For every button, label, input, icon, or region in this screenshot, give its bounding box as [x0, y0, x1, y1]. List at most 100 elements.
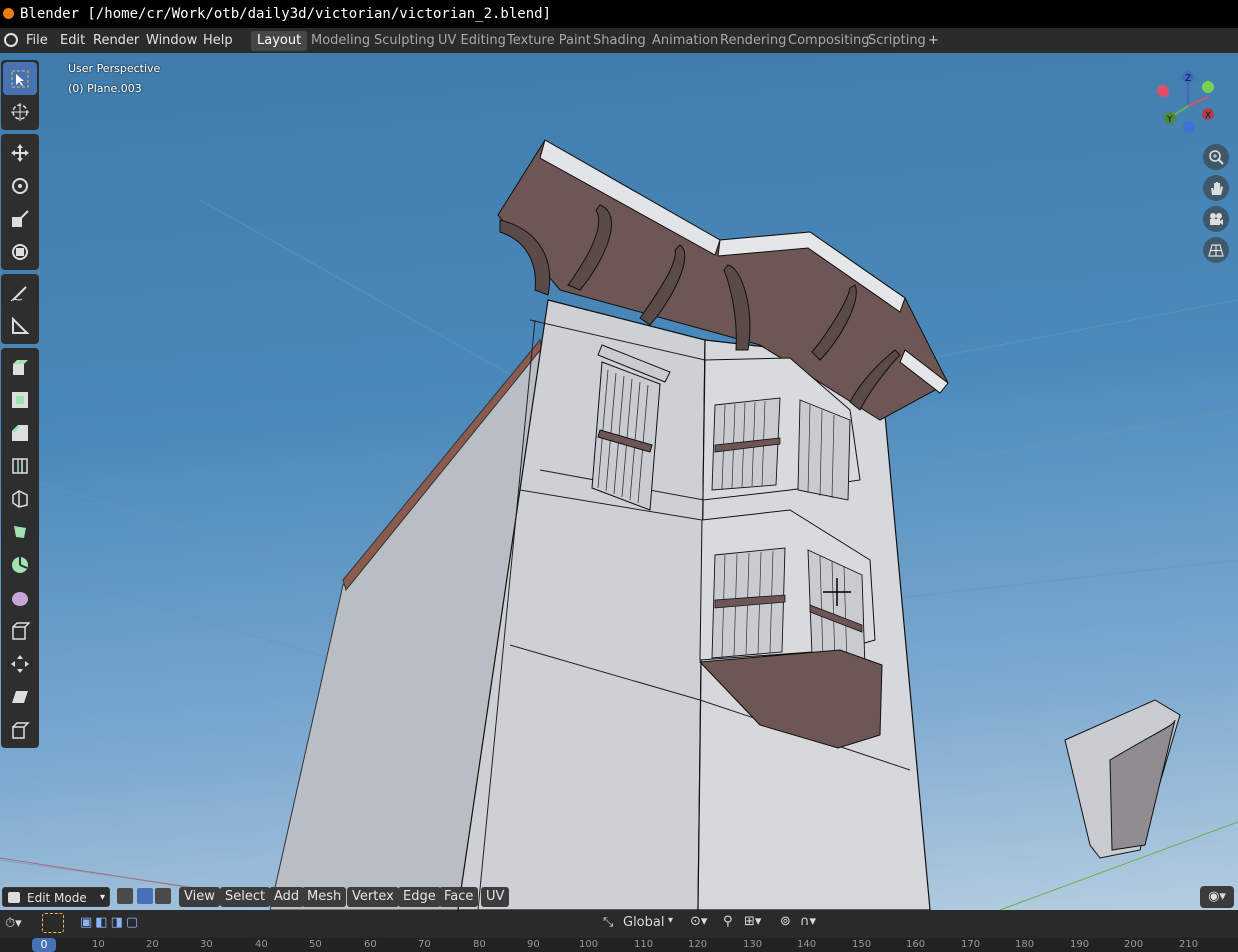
menu-view[interactable]: View [179, 887, 220, 907]
snap-icon[interactable]: ⚲ [723, 914, 733, 929]
orientation-dropdown[interactable]: Global [623, 915, 664, 930]
bevel-icon[interactable] [3, 416, 37, 449]
menu-file[interactable]: File [21, 31, 53, 50]
gizmo-y-label: Y [1166, 115, 1173, 125]
tab-uv-editing[interactable]: UV Editing [432, 31, 512, 51]
menu-vertex[interactable]: Vertex [347, 887, 399, 907]
knife-icon[interactable] [3, 482, 37, 515]
select-tools-group [1, 60, 39, 130]
frame-tick: 40 [255, 939, 268, 950]
tool-shelf [1, 60, 39, 752]
selection-modes-icon[interactable]: ▣◧◨▢ [80, 915, 170, 933]
chevron-down-icon: ▾ [668, 915, 674, 926]
loop-cut-icon[interactable] [3, 449, 37, 482]
frame-tick: 160 [906, 939, 926, 950]
transform-icon[interactable] [3, 235, 37, 268]
mode-label: Edit Mode [27, 891, 87, 905]
pan-hand-icon[interactable] [1203, 175, 1229, 201]
frame-tick: 170 [961, 939, 981, 950]
frame-tick: 30 [200, 939, 213, 950]
frame-tick: 20 [146, 939, 159, 950]
window-title: Blender [/home/cr/Work/otb/daily3d/victo… [20, 6, 552, 22]
edge-select-icon[interactable] [137, 888, 153, 904]
camera-view-icon[interactable] [1203, 206, 1229, 232]
transform-tools-group [1, 134, 39, 270]
menu-add[interactable]: Add [269, 887, 305, 907]
frame-tick: 190 [1070, 939, 1090, 950]
top-menu-bar: File Edit Render Window Help Layout Mode… [0, 28, 1238, 53]
extrude-region-icon[interactable] [3, 350, 37, 383]
timeline-header: ⏱▾ ▣◧◨▢ ⤡ Global ▾ ⊙▾ ⚲ ⊞▾ ⊚ ∩▾ [0, 910, 1238, 938]
object-info-label: (0) Plane.003 [68, 82, 142, 95]
menu-mesh[interactable]: Mesh [302, 887, 347, 907]
current-frame-indicator[interactable]: 0 [32, 938, 56, 952]
move-icon[interactable] [3, 136, 37, 169]
add-workspace-button[interactable]: + [922, 31, 945, 51]
frame-ruler[interactable]: 0 10 20 30 40 50 60 70 80 90 100 110 120… [0, 938, 1238, 952]
frame-tick: 150 [852, 939, 872, 950]
menu-render[interactable]: Render [88, 31, 144, 50]
mesh-tools-group [1, 348, 39, 748]
rotate-icon[interactable] [3, 169, 37, 202]
tab-shading[interactable]: Shading [587, 31, 652, 51]
transform-orientation-icon[interactable]: ⤡ [603, 915, 613, 930]
tab-sculpting[interactable]: Sculpting [368, 31, 441, 51]
edge-slide-icon[interactable] [3, 614, 37, 647]
frame-tick: 80 [473, 939, 486, 950]
rip-region-icon[interactable] [3, 713, 37, 746]
vertex-select-icon[interactable] [117, 888, 133, 904]
blender-window: Blender [/home/cr/Work/otb/daily3d/victo… [0, 0, 1238, 952]
select-mode-icon[interactable] [42, 913, 64, 933]
gizmo-z-label: Z [1185, 74, 1191, 84]
shear-icon[interactable] [3, 680, 37, 713]
measure-icon[interactable] [3, 309, 37, 342]
annotate-tools-group [1, 274, 39, 344]
inset-faces-icon[interactable] [3, 383, 37, 416]
proportional-edit-icon[interactable]: ⊚ [780, 914, 791, 929]
tab-rendering[interactable]: Rendering [714, 31, 792, 51]
face-select-icon[interactable] [155, 888, 171, 904]
snap-target-icon[interactable]: ⊞▾ [744, 914, 761, 929]
select-box-icon[interactable] [3, 62, 37, 95]
frame-tick: 200 [1124, 939, 1144, 950]
blender-menu-icon[interactable] [4, 33, 18, 47]
scale-icon[interactable] [3, 202, 37, 235]
falloff-icon[interactable]: ∩▾ [800, 914, 816, 929]
frame-tick: 50 [309, 939, 322, 950]
menu-edge[interactable]: Edge [398, 887, 441, 907]
frame-tick: 130 [743, 939, 763, 950]
menu-face[interactable]: Face [439, 887, 479, 907]
menu-select[interactable]: Select [220, 887, 271, 907]
frame-tick: 10 [92, 939, 105, 950]
frame-tick: 120 [688, 939, 708, 950]
frame-tick: 210 [1179, 939, 1199, 950]
navigation-gizmo[interactable]: Z X Y [1150, 70, 1230, 135]
tab-animation[interactable]: Animation [646, 31, 724, 51]
blender-logo-icon [3, 8, 14, 19]
frame-tick: 100 [579, 939, 599, 950]
pivot-icon[interactable]: ⊙▾ [690, 914, 707, 929]
annotate-icon[interactable] [3, 276, 37, 309]
poly-build-icon[interactable] [3, 515, 37, 548]
3d-viewport[interactable]: User Perspective (0) Plane.003 Z X Y Edi… [0, 53, 1238, 910]
menu-help[interactable]: Help [198, 31, 238, 50]
visibility-eye-icon[interactable]: ◉▾ [1200, 886, 1234, 908]
spin-icon[interactable] [3, 548, 37, 581]
menu-uv[interactable]: UV [481, 887, 510, 907]
mode-dropdown[interactable]: Edit Mode ▾ [2, 887, 110, 907]
tab-texture-paint[interactable]: Texture Paint [501, 31, 597, 51]
edit-mode-icon [8, 892, 20, 903]
shrink-fatten-icon[interactable] [3, 647, 37, 680]
frame-tick: 70 [418, 939, 431, 950]
zoom-icon[interactable] [1203, 144, 1229, 170]
menu-edit[interactable]: Edit [55, 31, 90, 50]
menu-window[interactable]: Window [141, 31, 202, 50]
cursor-icon[interactable] [3, 95, 37, 128]
perspective-toggle-icon[interactable] [1203, 237, 1229, 263]
scene-render [0, 139, 1238, 910]
tab-modeling[interactable]: Modeling [305, 31, 376, 51]
editor-type-icon[interactable]: ⏱▾ [5, 916, 22, 931]
frame-tick: 90 [527, 939, 540, 950]
tab-layout[interactable]: Layout [251, 31, 308, 51]
smooth-icon[interactable] [3, 581, 37, 614]
